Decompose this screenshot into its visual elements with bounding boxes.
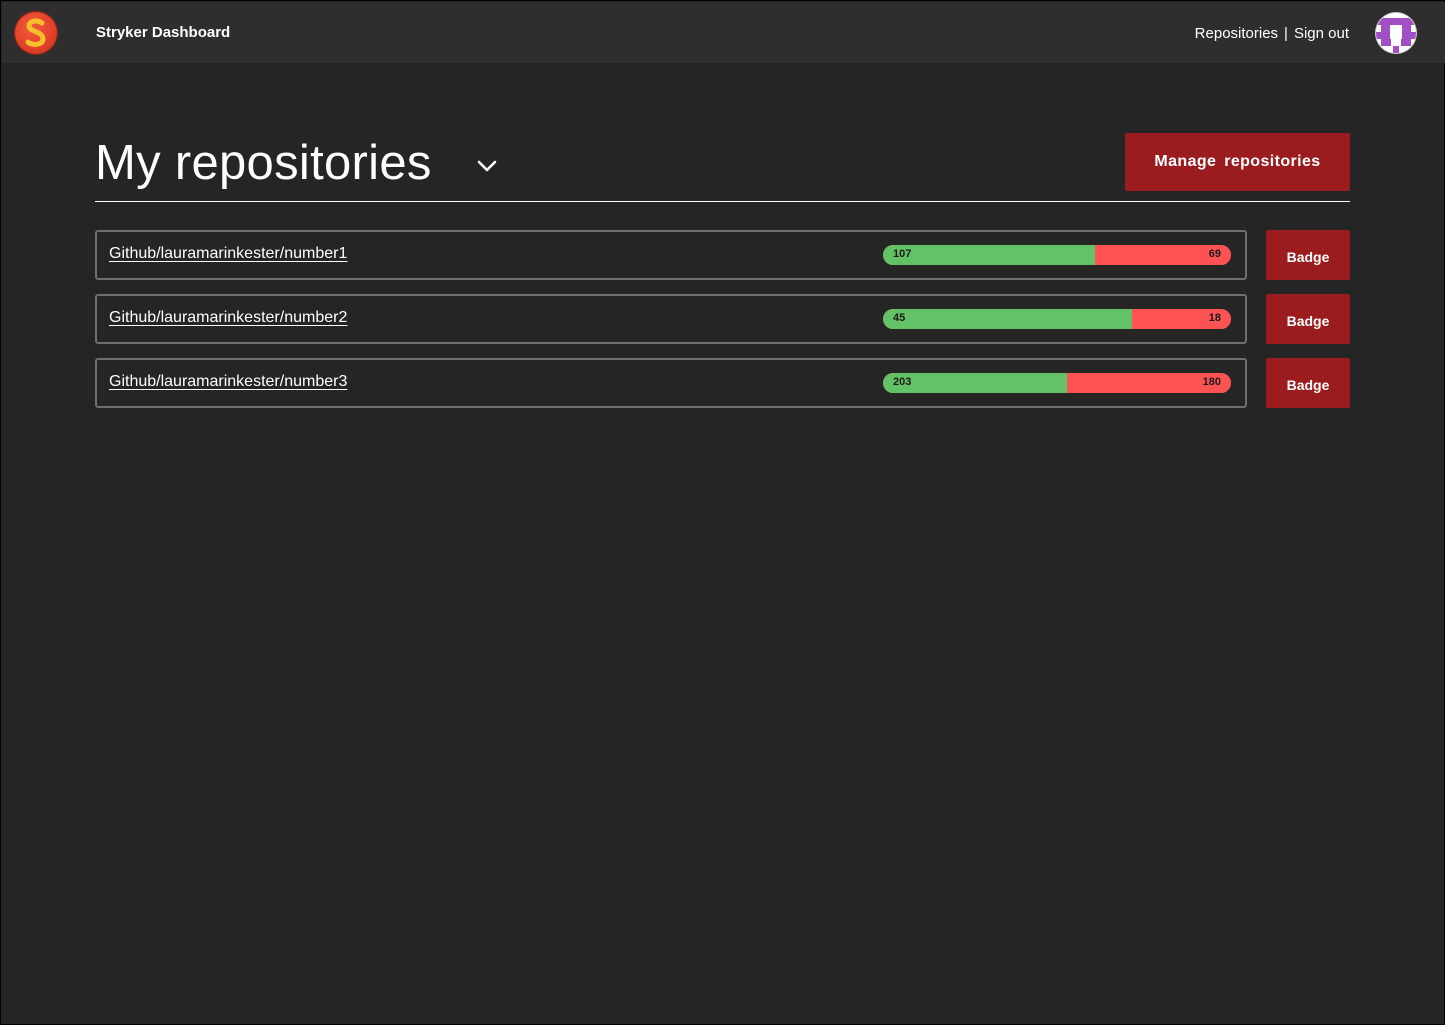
mutation-score-bar: 45 18 [883, 309, 1231, 329]
manage-repositories-button[interactable]: Manage repositories [1125, 133, 1350, 191]
s-letter-icon [25, 18, 46, 47]
chevron-down-icon[interactable] [475, 156, 499, 176]
stryker-logo-icon[interactable] [14, 11, 58, 55]
repository-link[interactable]: Github/lauramarinkester/number3 [109, 373, 347, 391]
mutation-score-bar: 107 69 [883, 245, 1231, 265]
repository-row: Github/lauramarinkester/number2 45 18 Ba… [95, 294, 1350, 344]
identicon-icon [1376, 13, 1416, 53]
nav-separator: | [1284, 25, 1288, 42]
repository-link[interactable]: Github/lauramarinkester/number2 [109, 309, 347, 327]
badge-button[interactable]: Badge [1266, 358, 1350, 408]
survived-segment: 180 [1067, 373, 1231, 393]
repository-link[interactable]: Github/lauramarinkester/number1 [109, 245, 347, 263]
nav-link-sign-out[interactable]: Sign out [1294, 25, 1349, 42]
repository-row: Github/lauramarinkester/number1 107 69 B… [95, 230, 1350, 280]
top-navigation-bar: Stryker Dashboard Repositories | Sign ou… [2, 2, 1445, 63]
page-title: My repositories [95, 136, 432, 190]
app-title: Stryker Dashboard [96, 24, 231, 41]
repository-card: Github/lauramarinkester/number2 45 18 [95, 294, 1247, 344]
killed-segment: 107 [883, 245, 1095, 265]
survived-segment: 69 [1094, 245, 1231, 265]
killed-count: 203 [893, 376, 912, 388]
mutation-score-bar: 203 180 [883, 373, 1231, 393]
top-nav-links: Repositories | Sign out [1195, 25, 1349, 42]
survived-count: 18 [1208, 312, 1221, 324]
survived-count: 180 [1202, 376, 1221, 388]
repository-card: Github/lauramarinkester/number1 107 69 [95, 230, 1247, 280]
repository-card: Github/lauramarinkester/number3 203 180 [95, 358, 1247, 408]
survived-count: 69 [1208, 248, 1221, 260]
killed-count: 45 [893, 312, 906, 324]
badge-button[interactable]: Badge [1266, 230, 1350, 280]
survived-segment: 18 [1131, 309, 1231, 329]
user-avatar[interactable] [1376, 13, 1416, 53]
repository-list: Github/lauramarinkester/number1 107 69 B… [95, 230, 1350, 422]
killed-segment: 203 [883, 373, 1068, 393]
repository-row: Github/lauramarinkester/number3 203 180 … [95, 358, 1350, 408]
killed-count: 107 [893, 248, 912, 260]
page-header: My repositories Manage repositories [95, 131, 1350, 202]
app-window: Stryker Dashboard Repositories | Sign ou… [0, 0, 1445, 1025]
nav-link-repositories[interactable]: Repositories [1195, 25, 1278, 42]
killed-segment: 45 [883, 309, 1132, 329]
badge-button[interactable]: Badge [1266, 294, 1350, 344]
